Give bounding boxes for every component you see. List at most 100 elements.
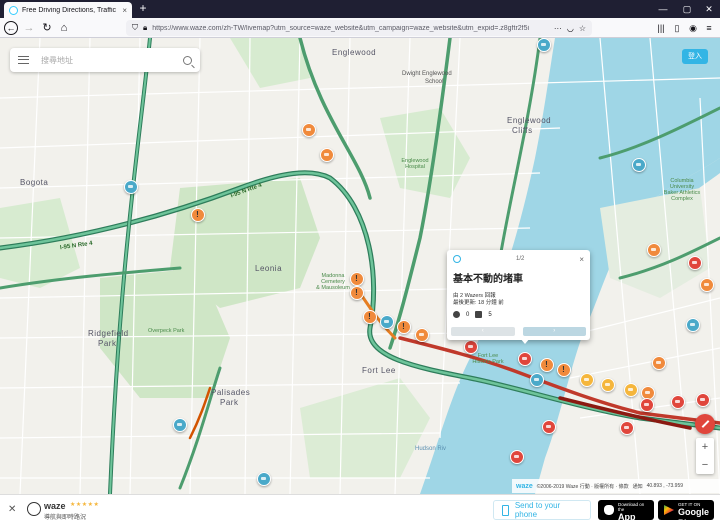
- live-map[interactable]: Englewood Dwight Englewood School Englew…: [0, 38, 720, 494]
- copyright-text[interactable]: ©2006-2019 Waze 行動 · 版權所有 · 條款: [537, 483, 629, 490]
- traffic-jam-pin-icon[interactable]: [647, 243, 661, 257]
- popup-prev-button[interactable]: ‹: [451, 327, 515, 336]
- zoom-out-button[interactable]: −: [696, 456, 714, 474]
- traffic-jam-pin-icon[interactable]: [652, 356, 666, 370]
- map-label-columbia: Columbia University Baker Athletics Comp…: [663, 178, 701, 202]
- app-store-button[interactable]: Download on the App Store: [598, 500, 654, 524]
- map-label-bogota: Bogota: [20, 178, 49, 187]
- hazard-warning-icon[interactable]: [540, 358, 554, 372]
- tab-close-icon[interactable]: ×: [122, 6, 127, 15]
- popup-close-icon[interactable]: ×: [579, 255, 584, 264]
- app-store-small-text: Download on the: [618, 502, 645, 512]
- popup-pager-text: 1/2: [515, 256, 525, 262]
- traffic-jam-pin-icon[interactable]: [624, 383, 638, 397]
- popup-title: 基本不動的堵車: [453, 274, 523, 285]
- popup-tail: [520, 338, 530, 344]
- map-canvas[interactable]: [0, 38, 720, 494]
- accident-pin-icon[interactable]: [640, 398, 654, 412]
- sidebar-icon[interactable]: ▯: [670, 21, 684, 35]
- url-text[interactable]: https://www.waze.com/zh-TW/livemap?utm_s…: [152, 25, 549, 32]
- forward-arrow-icon[interactable]: →: [22, 21, 36, 35]
- window-close-button[interactable]: ✕: [700, 2, 718, 16]
- map-label-fort-lee-historic: Fort Lee Historic Park: [472, 353, 504, 365]
- shield-icon[interactable]: ⛉: [132, 23, 138, 33]
- more-actions-icon[interactable]: ···: [554, 24, 562, 33]
- police-pin-icon[interactable]: [632, 158, 646, 172]
- hamburger-menu-icon[interactable]: [18, 56, 29, 64]
- traffic-jam-pin-icon[interactable]: [601, 378, 615, 392]
- zoom-to-alert-icon[interactable]: [453, 255, 461, 263]
- google-play-button[interactable]: GET IT ON Google Play: [658, 500, 714, 524]
- account-icon[interactable]: ◉: [686, 21, 700, 35]
- send-to-phone-button[interactable]: Send to your phone: [493, 500, 591, 520]
- address-bar[interactable]: ⛉ 🔒︎ https://www.waze.com/zh-TW/livemap?…: [126, 20, 592, 36]
- zoom-in-button[interactable]: +: [696, 438, 714, 456]
- map-label-englewood-cliffs: Englewood: [507, 116, 552, 125]
- back-arrow-icon[interactable]: ←: [4, 21, 18, 35]
- lock-icon[interactable]: 🔒︎: [143, 23, 147, 33]
- police-pin-icon[interactable]: [537, 38, 551, 52]
- police-pin-icon[interactable]: [257, 472, 271, 486]
- map-label-palisades-park: Park: [220, 398, 239, 407]
- report-pencil-icon[interactable]: [695, 414, 715, 434]
- menu-icon[interactable]: ≡: [702, 21, 716, 35]
- hazard-warning-icon[interactable]: [363, 310, 377, 324]
- accident-pin-icon[interactable]: [696, 393, 710, 407]
- map-label-englewood-hospital: Englewood Hospital: [401, 158, 429, 170]
- accident-pin-icon[interactable]: [510, 450, 524, 464]
- search-icon[interactable]: [183, 55, 192, 65]
- comment-icon[interactable]: [453, 311, 460, 318]
- banner-app-name: waze: [44, 501, 66, 511]
- browser-tab-active[interactable]: Free Driving Directions, Traffic ×: [4, 2, 132, 18]
- police-pin-icon[interactable]: [686, 318, 700, 332]
- accident-pin-icon[interactable]: [671, 395, 685, 409]
- map-label-dwight-englewood: Dwight Englewood: [402, 71, 452, 77]
- phone-icon: [502, 504, 509, 516]
- map-label-englewood: Englewood: [332, 48, 377, 57]
- hazard-warning-icon[interactable]: [397, 320, 411, 334]
- traffic-jam-pin-icon[interactable]: [700, 278, 714, 292]
- search-input[interactable]: [41, 55, 183, 65]
- traffic-jam-pin-icon[interactable]: [415, 328, 429, 342]
- police-pin-icon[interactable]: [380, 315, 394, 329]
- bookmark-star-icon[interactable]: ☆: [579, 24, 586, 33]
- maximize-button[interactable]: ▢: [678, 2, 696, 16]
- traffic-jam-pin-icon[interactable]: [580, 373, 594, 387]
- police-pin-icon[interactable]: [124, 180, 138, 194]
- police-pin-icon[interactable]: [530, 373, 544, 387]
- hazard-warning-icon[interactable]: [557, 363, 571, 377]
- hazard-warning-icon[interactable]: [350, 286, 364, 300]
- home-icon[interactable]: ⌂: [57, 21, 71, 35]
- map-label-ridgefield: Ridgefield: [88, 329, 129, 338]
- banner-close-icon[interactable]: ✕: [8, 504, 16, 515]
- search-box[interactable]: [10, 48, 200, 72]
- library-icon[interactable]: |||: [654, 21, 668, 35]
- minimize-button[interactable]: —: [654, 2, 672, 16]
- thumbs-up-icon[interactable]: [475, 311, 483, 318]
- map-label-school: School: [425, 79, 444, 85]
- pocket-icon[interactable]: ◡: [567, 24, 574, 33]
- banner-tagline: 導航與即時路況: [44, 515, 87, 521]
- comment-count: 0: [466, 311, 470, 318]
- accident-pin-icon[interactable]: [620, 421, 634, 435]
- zoom-control: + −: [696, 438, 714, 474]
- traffic-jam-pin-icon[interactable]: [302, 123, 316, 137]
- accident-pin-icon[interactable]: [518, 352, 532, 366]
- popup-next-button[interactable]: ›: [522, 327, 586, 336]
- hazard-warning-icon[interactable]: [191, 208, 205, 222]
- send-to-phone-label: Send to your phone: [514, 501, 561, 519]
- traffic-jam-pin-icon[interactable]: [320, 148, 334, 162]
- rating-stars: ★★★★★: [70, 502, 100, 508]
- apple-icon: [604, 505, 614, 515]
- police-pin-icon[interactable]: [173, 418, 187, 432]
- accident-pin-icon[interactable]: [542, 420, 556, 434]
- accident-pin-icon[interactable]: [688, 256, 702, 270]
- hazard-warning-icon[interactable]: [350, 272, 364, 286]
- reload-icon[interactable]: ↻: [40, 21, 54, 35]
- new-tab-button[interactable]: +: [136, 1, 150, 16]
- notification-link[interactable]: 通知: [633, 483, 643, 490]
- login-button[interactable]: 登入: [682, 49, 708, 64]
- accident-pin-icon[interactable]: [464, 340, 478, 354]
- browser-toolbar: ← → ↻ ⌂ ⛉ 🔒︎ https://www.waze.com/zh-TW/…: [0, 18, 720, 38]
- waze-brand: waze: [516, 482, 533, 490]
